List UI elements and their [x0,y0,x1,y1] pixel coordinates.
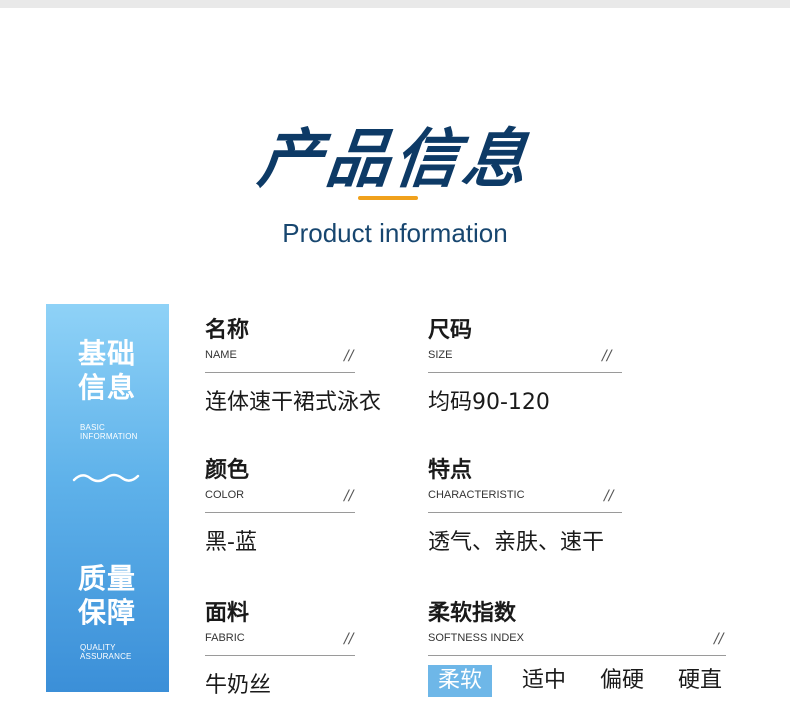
field-name-value: 连体速干裙式泳衣 [205,390,382,415]
field-size-en: SIZE [428,349,453,361]
sidebar-quality-cn-1: 质量 [78,562,137,595]
field-fabric-slash: // [344,631,354,647]
field-name-label: 名称 [205,318,250,343]
field-color-slash: // [344,488,354,504]
field-feature-value: 透气、亲肤、速干 [428,530,605,555]
wave-icon [72,473,140,483]
page-subtitle: Product information [282,218,508,248]
sidebar-basic-info-cn-2: 信息 [78,371,137,404]
field-softness-divider [428,655,726,656]
field-fabric-label: 面料 [205,601,250,626]
field-fabric-value: 牛奶丝 [205,673,272,698]
field-size-divider [428,372,622,373]
sidebar-basic-info-cn-1: 基础 [78,337,137,370]
sidebar-panel: 基础 信息 BASIC INFORMATION 质量 保障 QUALITY AS… [46,304,169,692]
field-color-value: 黑-蓝 [205,530,257,555]
field-name-en: NAME [205,349,237,361]
sidebar-quality-en-2: ASSURANCE [80,652,132,661]
sidebar-quality-en-1: QUALITY [80,643,116,652]
field-fabric-divider [205,655,355,656]
field-fabric-en: FABRIC [205,632,245,644]
sidebar-basic-info-en-1: BASIC [80,423,106,432]
softness-option-stiff[interactable]: 硬直 [668,665,732,697]
field-size-label: 尺码 [428,318,473,343]
field-feature-label: 特点 [428,458,473,483]
top-bar [0,0,790,8]
field-softness-slash: // [714,631,724,647]
field-feature-slash: // [604,488,614,504]
sidebar-quality-cn-2: 保障 [78,596,137,629]
field-color-label: 颜色 [205,458,250,483]
field-size-slash: // [602,348,612,364]
softness-option-medium[interactable]: 适中 [512,665,576,697]
softness-option-firm[interactable]: 偏硬 [590,665,654,697]
title-underline [358,196,418,200]
softness-option-soft[interactable]: 柔软 [428,665,492,697]
field-name-divider [205,372,355,373]
field-color-en: COLOR [205,489,245,501]
field-color-divider [205,512,355,513]
sidebar-basic-info-en-2: INFORMATION [80,432,138,441]
field-softness-en: SOFTNESS INDEX [428,632,524,644]
page-title: 产品信息 [254,123,535,197]
field-name-slash: // [344,348,354,364]
field-feature-divider [428,512,622,513]
field-feature-en: CHARACTERISTIC [428,489,525,501]
field-softness-label: 柔软指数 [428,601,517,626]
field-size-value: 均码90-120 [428,390,550,415]
